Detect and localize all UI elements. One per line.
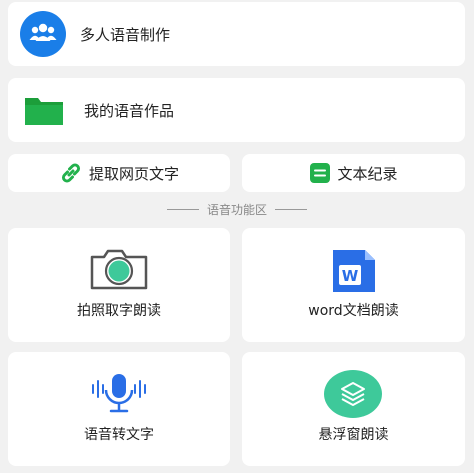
extract-web-label: 提取网页文字 <box>88 164 179 183</box>
photo-read-tile[interactable]: 拍照取字朗读 <box>8 228 230 342</box>
text-records-label: 文本纪录 <box>337 164 398 183</box>
float-window-tile[interactable]: 悬浮窗朗读 <box>242 352 465 466</box>
my-works-card[interactable]: 我的语音作品 <box>8 78 465 142</box>
divider-line-left <box>166 209 199 210</box>
divider-line-right <box>275 209 307 210</box>
speech-to-text-label: 语音转文字 <box>84 427 154 443</box>
camera-icon <box>90 248 148 290</box>
microphone-icon <box>90 372 148 416</box>
folder-icon <box>24 94 64 126</box>
svg-text:W: W <box>342 267 359 285</box>
section-title: 语音功能区 <box>206 203 267 217</box>
float-window-label: 悬浮窗朗读 <box>318 427 389 443</box>
word-read-tile[interactable]: W word文档朗读 <box>242 228 465 342</box>
multi-voice-card[interactable]: 多人语音制作 <box>8 2 465 66</box>
extract-web-button[interactable]: 提取网页文字 <box>8 154 230 192</box>
speech-to-text-tile[interactable]: 语音转文字 <box>8 352 230 466</box>
note-icon <box>309 162 331 184</box>
people-icon <box>20 11 66 57</box>
multi-voice-label: 多人语音制作 <box>80 25 171 44</box>
word-read-label: word文档朗读 <box>308 303 399 319</box>
link-icon <box>59 161 83 185</box>
section-divider: 语音功能区 <box>0 201 474 218</box>
word-doc-icon: W <box>331 248 377 294</box>
layers-icon <box>324 370 382 418</box>
photo-read-label: 拍照取字朗读 <box>77 303 161 319</box>
text-records-button[interactable]: 文本纪录 <box>242 154 465 192</box>
my-works-label: 我的语音作品 <box>84 101 175 120</box>
